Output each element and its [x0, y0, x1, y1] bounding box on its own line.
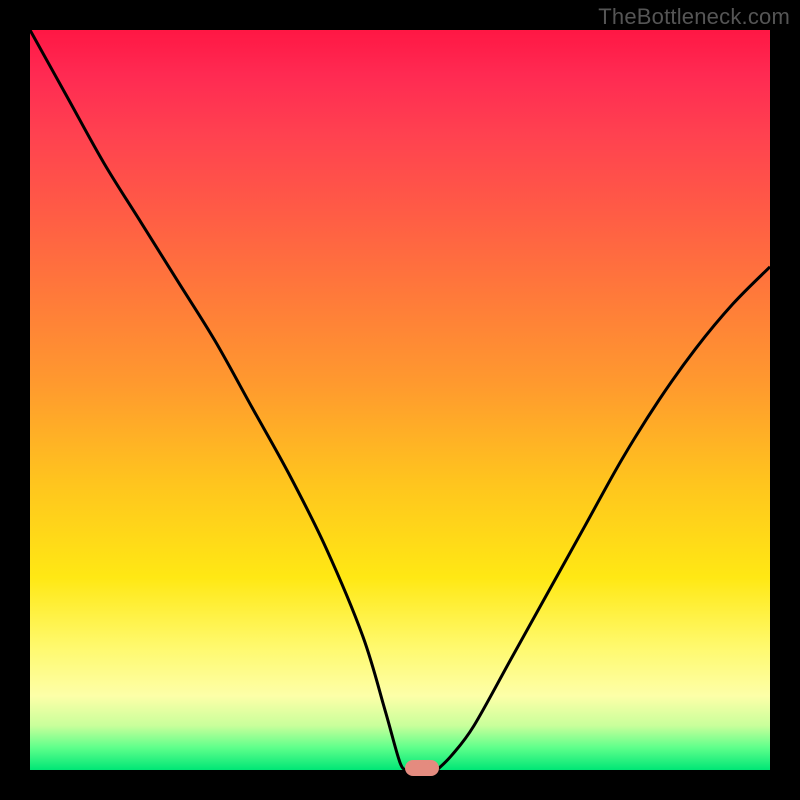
bottleneck-curve [30, 30, 770, 770]
watermark-text: TheBottleneck.com [598, 4, 790, 30]
curve-path [30, 30, 770, 771]
chart-frame: TheBottleneck.com [0, 0, 800, 800]
optimum-marker [405, 760, 439, 776]
plot-area [30, 30, 770, 770]
